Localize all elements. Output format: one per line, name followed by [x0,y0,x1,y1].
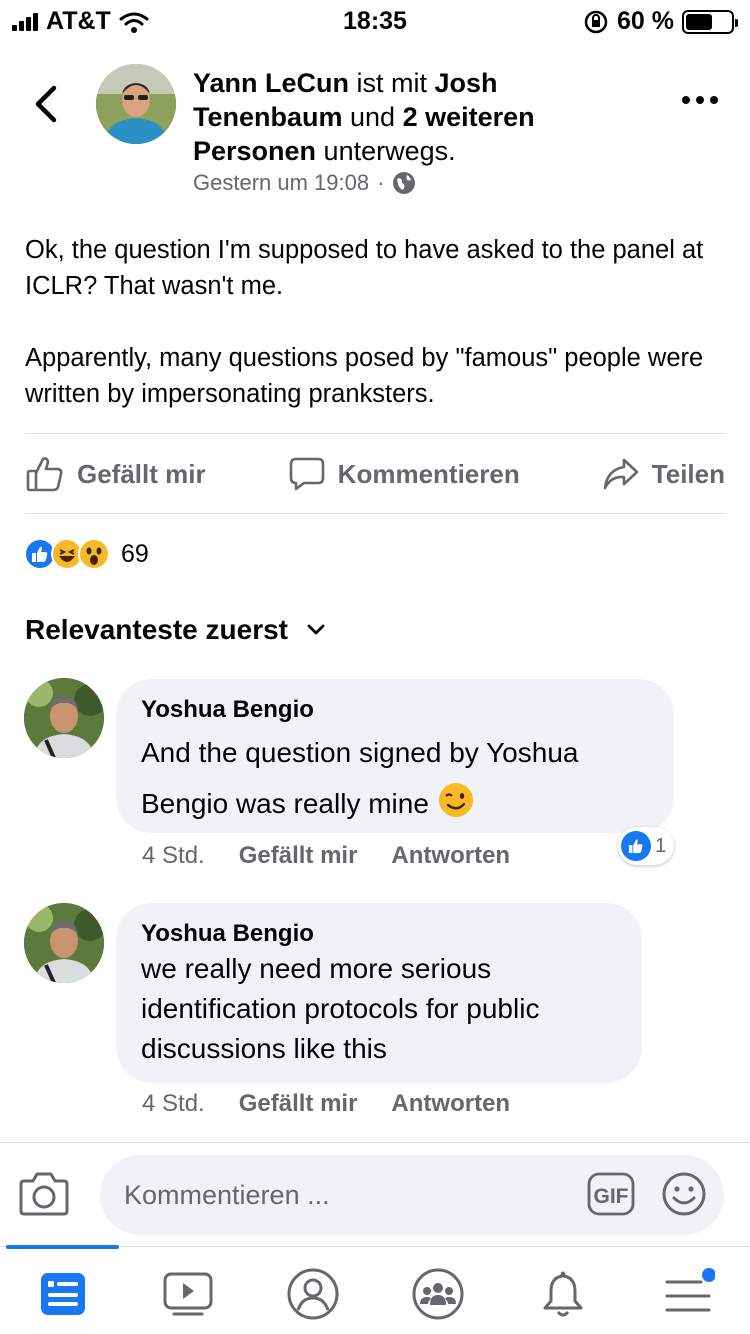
title-connector: ist mit [349,68,435,98]
groups-icon [412,1268,464,1320]
news-feed-icon [41,1273,85,1315]
profile-icon [287,1268,339,1320]
emoji-icon[interactable] [660,1170,708,1218]
divider [25,513,725,514]
tab-watch[interactable] [161,1267,215,1321]
reaction-count: 69 [121,539,149,568]
comment-text: And the question signed by Yoshua Bengio… [141,727,648,829]
comment-time: 4 Std. [142,1090,205,1117]
comment-like-badge[interactable]: 1 [618,827,675,865]
comment-reply-button[interactable]: Antworten [391,842,510,870]
active-tab-indicator [6,1245,119,1249]
post-paragraph: Ok, the question I'm supposed to have as… [25,236,704,300]
title-connector: und [342,102,403,132]
status-right: 60 % [583,7,738,36]
dot-icon [682,96,690,104]
camera-icon[interactable] [18,1169,70,1217]
post-action-bar: Gefällt mir Kommentieren Teilen [25,436,725,512]
post-paragraph: Apparently, many questions posed by "fam… [25,344,704,408]
bottom-tab-bar [0,1245,750,1334]
tab-groups[interactable] [411,1267,465,1321]
comment-time: 4 Std. [142,842,205,869]
author-name[interactable]: Yann LeCun [193,68,349,98]
status-bar: AT&T 18:35 60 % [0,0,750,40]
meta-separator: · [377,170,385,195]
comment-reply-button[interactable]: Antworten [391,1090,510,1118]
commenter-avatar[interactable] [24,678,104,758]
title-activity: unterwegs. [316,136,456,166]
comment-label: Kommentieren [337,458,520,489]
gif-button[interactable]: GIF [586,1170,636,1218]
battery-icon [682,9,738,34]
comment-like-button[interactable]: Gefällt mir [239,842,358,870]
author-avatar[interactable] [96,64,176,144]
comment-bubble[interactable]: Yoshua Bengio And the question signed by… [116,679,674,833]
tab-profile[interactable] [286,1267,340,1321]
share-icon [603,458,639,490]
post-timestamp[interactable]: Gestern um 19:08 [193,170,369,196]
tab-notifications[interactable] [536,1267,590,1321]
sort-label: Relevanteste zuerst [25,614,289,645]
commenter-name[interactable]: Yoshua Bengio [141,695,648,725]
comment-sort-dropdown[interactable]: Relevanteste zuerst [25,614,326,646]
comment-composer [0,1142,750,1246]
menu-icon [665,1268,715,1312]
post-body: Ok, the question I'm supposed to have as… [25,232,725,412]
winking-face-icon [438,783,473,817]
comment-bubble[interactable]: Yoshua Bengio we really need more seriou… [116,903,642,1083]
wow-reaction-icon [78,538,110,570]
post-title: Yann LeCun ist mit Josh Tenenbaum und 2 … [193,66,613,168]
comment-meta: 4 Std. Gefällt mir Antworten [142,842,510,870]
back-button[interactable] [30,84,64,124]
bell-icon [543,1271,583,1317]
thumbs-up-icon [26,457,63,492]
comment-text: we really need more serious identificati… [141,953,540,1064]
orientation-lock-icon [584,10,608,33]
reaction-summary[interactable]: 69 [24,538,149,570]
share-label: Teilen [651,458,725,489]
post-meta: Gestern um 19:08 · [193,170,416,196]
comment-icon [289,457,324,491]
divider [25,433,725,434]
comment-like-count: 1 [655,834,667,857]
comment-button[interactable]: Kommentieren [288,456,520,492]
dot-icon [710,96,718,104]
share-button[interactable]: Teilen [602,457,725,491]
comment-meta: 4 Std. Gefällt mir Antworten [142,1090,510,1118]
battery-percent: 60 % [617,7,674,35]
commenter-name[interactable]: Yoshua Bengio [141,919,616,949]
like-reaction-icon [621,831,651,861]
commenter-avatar[interactable] [24,903,104,983]
gif-label: GIF [594,1185,629,1208]
video-icon [163,1272,213,1316]
battery-fill [686,13,713,30]
tab-menu[interactable] [661,1267,715,1321]
chevron-down-icon [307,624,325,635]
dot-icon [696,96,704,104]
tab-news-feed[interactable] [36,1267,90,1321]
globe-icon [393,172,416,194]
comment-text-content: And the question signed by Yoshua Bengio… [141,737,579,819]
like-button[interactable]: Gefällt mir [25,455,206,493]
more-options-button[interactable] [682,96,718,110]
like-label: Gefällt mir [77,458,206,489]
comment-like-button[interactable]: Gefällt mir [239,1090,358,1118]
